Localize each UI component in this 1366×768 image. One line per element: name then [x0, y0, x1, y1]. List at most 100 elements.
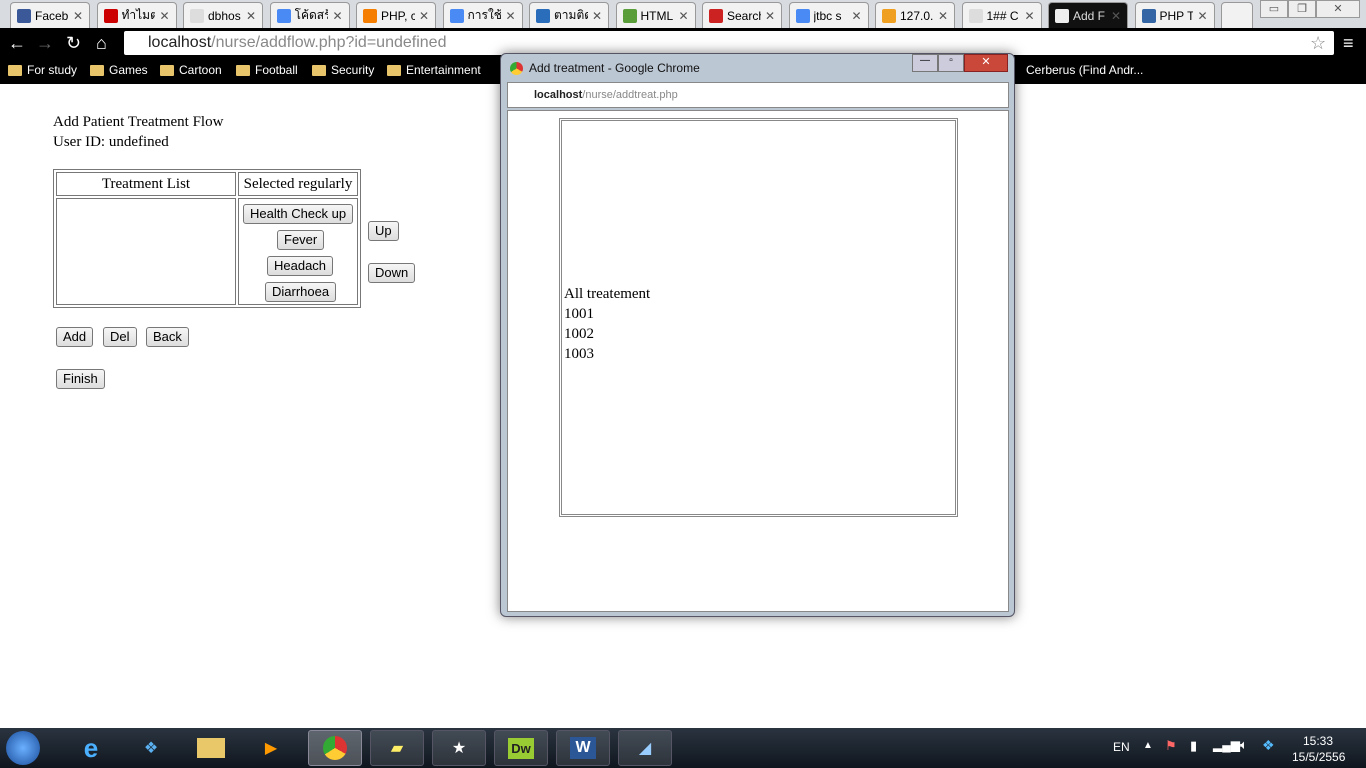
star-icon[interactable]: ☆ — [1310, 33, 1326, 54]
forward-icon[interactable]: → — [36, 33, 54, 54]
del-button[interactable]: Del — [103, 327, 137, 347]
tab[interactable]: PHP, c ✕ — [356, 2, 436, 28]
close-tab-icon[interactable]: ✕ — [332, 9, 342, 23]
tab[interactable]: 127.0. ✕ — [875, 2, 955, 28]
tab[interactable]: ทำไมต่ ✕ — [96, 2, 177, 28]
favicon-icon — [1141, 8, 1156, 23]
tab[interactable]: HTML ✕ — [615, 2, 696, 28]
tray-expand-icon[interactable]: ▲ — [1143, 740, 1153, 751]
volume-icon[interactable]: 🔈︎ — [1240, 737, 1248, 753]
tab[interactable]: ตามติด✕ — [529, 2, 609, 28]
finish-button[interactable]: Finish — [56, 369, 105, 389]
notes-icon[interactable]: ▰ — [370, 730, 424, 766]
up-button[interactable]: Up — [368, 221, 399, 241]
network-icon[interactable]: ▂▄▆ — [1213, 738, 1240, 752]
down-button[interactable]: Down — [368, 263, 416, 283]
language-indicator[interactable]: EN — [1113, 740, 1130, 754]
tab[interactable]: jtbc s ✕ — [788, 2, 869, 28]
bookmark-folder[interactable]: Security — [312, 63, 374, 77]
bookmark-folder[interactable]: For study — [8, 63, 77, 77]
treatment-item[interactable]: 1003 — [564, 344, 650, 364]
minimize-button[interactable]: — — [912, 54, 938, 72]
close-tab-icon[interactable]: ✕ — [1111, 9, 1121, 23]
popup-window-controls: — ▫ ✕ — [912, 54, 1008, 72]
clock-date[interactable]: 15/5/2556 — [1292, 750, 1345, 764]
close-tab-icon[interactable]: ✕ — [765, 9, 775, 23]
explorer-icon[interactable] — [184, 730, 238, 766]
word-icon[interactable]: W — [556, 730, 610, 766]
dreamweaver-icon[interactable]: Dw — [494, 730, 548, 766]
treatment-item[interactable]: 1001 — [564, 304, 650, 324]
dropbox-icon[interactable]: ❖ — [124, 730, 178, 766]
diarrhoea-button[interactable]: Diarrhoea — [265, 282, 337, 302]
tab[interactable]: การใช้ ✕ — [442, 2, 523, 28]
folder-icon — [312, 64, 326, 76]
power-icon[interactable]: ▮ — [1190, 738, 1197, 754]
menu-icon[interactable]: ≡ — [1343, 33, 1354, 54]
tab[interactable]: โค้ดสร้ ✕ — [269, 2, 350, 28]
restore-button[interactable]: ❐ — [1288, 0, 1316, 18]
treatment-frame: All treatement 1001 1002 1003 — [559, 118, 958, 517]
folder-icon — [236, 64, 250, 76]
tab[interactable]: 1## C ✕ — [961, 2, 1042, 28]
chrome-taskbar-icon[interactable] — [308, 730, 362, 766]
close-tab-icon[interactable]: ✕ — [851, 9, 861, 23]
start-button[interactable] — [6, 731, 40, 765]
favicon-icon — [968, 8, 983, 23]
bookmark-link[interactable]: Cerberus (Find Andr... — [1026, 63, 1143, 77]
tab[interactable]: Add F ✕ — [1048, 2, 1128, 28]
new-tab-button[interactable] — [1221, 2, 1253, 28]
maximize-button[interactable]: ▫ — [938, 54, 964, 72]
media-icon[interactable]: ▶ — [244, 730, 298, 766]
tab[interactable]: PHP T ✕ — [1134, 2, 1215, 28]
favicon-icon — [536, 8, 550, 23]
folder-icon — [8, 64, 22, 76]
tab[interactable]: Faceb ✕ — [10, 2, 90, 28]
close-tab-icon[interactable]: ✕ — [419, 9, 429, 23]
close-tab-icon[interactable]: ✕ — [678, 9, 688, 23]
back-button[interactable]: Back — [146, 327, 189, 347]
close-button[interactable]: ✕ — [1316, 0, 1360, 18]
close-tab-icon[interactable]: ✕ — [505, 9, 515, 23]
chrome-icon — [510, 62, 523, 75]
dropbox-tray-icon[interactable]: ❖ — [1262, 737, 1275, 754]
reload-icon[interactable]: ↻ — [66, 33, 81, 54]
clock-time[interactable]: 15:33 — [1303, 734, 1333, 748]
tab[interactable]: Search✕ — [702, 2, 782, 28]
fever-button[interactable]: Fever — [277, 230, 325, 250]
close-tab-icon[interactable]: ✕ — [73, 9, 83, 23]
tab[interactable]: dbhos ✕ — [183, 2, 263, 28]
popup-address-bar[interactable]: localhost/nurse/addtreat.php — [507, 82, 1009, 108]
bookmark-folder[interactable]: Cartoon — [160, 63, 222, 77]
back-icon[interactable]: ← — [8, 33, 26, 54]
treatment-list[interactable] — [56, 198, 236, 305]
close-tab-icon[interactable]: ✕ — [592, 9, 602, 23]
close-tab-icon[interactable]: ✕ — [159, 9, 169, 23]
ie-icon[interactable]: e — [64, 730, 118, 766]
treatment-item[interactable]: 1002 — [564, 324, 650, 344]
home-icon[interactable]: ⌂ — [96, 33, 107, 54]
favicon-icon — [709, 8, 723, 23]
add-button[interactable]: Add — [56, 327, 94, 347]
bookmark-folder[interactable]: Entertainment — [387, 63, 481, 77]
taskbar: e ❖ ▶ ▰ ★ Dw W ◢ EN ▲ ⚑ ▮ ▂▄▆ 🔈︎ ❖ 15:33… — [0, 728, 1366, 768]
close-tab-icon[interactable]: ✕ — [246, 9, 256, 23]
close-tab-icon[interactable]: ✕ — [938, 9, 948, 23]
col-header-selected: Selected regularly — [238, 172, 358, 196]
headach-button[interactable]: Headach — [267, 256, 334, 276]
selected-list: Health Check up Fever Headach Diarrhoea — [238, 198, 358, 305]
star-app-icon[interactable]: ★ — [432, 730, 486, 766]
address-bar[interactable]: localhost/nurse/addflow.php?id=undefined — [124, 31, 1334, 55]
bookmark-folder[interactable]: Football — [236, 63, 298, 77]
bookmark-folder[interactable]: Games — [90, 63, 148, 77]
minimize-button[interactable]: ▭ — [1260, 0, 1288, 18]
app-icon[interactable]: ◢ — [618, 730, 672, 766]
favicon-icon — [276, 8, 291, 23]
favicon-icon — [103, 8, 118, 23]
action-center-icon[interactable]: ⚑ — [1165, 738, 1177, 754]
close-tab-icon[interactable]: ✕ — [1197, 9, 1207, 23]
close-button[interactable]: ✕ — [964, 54, 1008, 72]
folder-icon — [387, 64, 401, 76]
health-check-button[interactable]: Health Check up — [243, 204, 354, 224]
close-tab-icon[interactable]: ✕ — [1024, 9, 1034, 23]
